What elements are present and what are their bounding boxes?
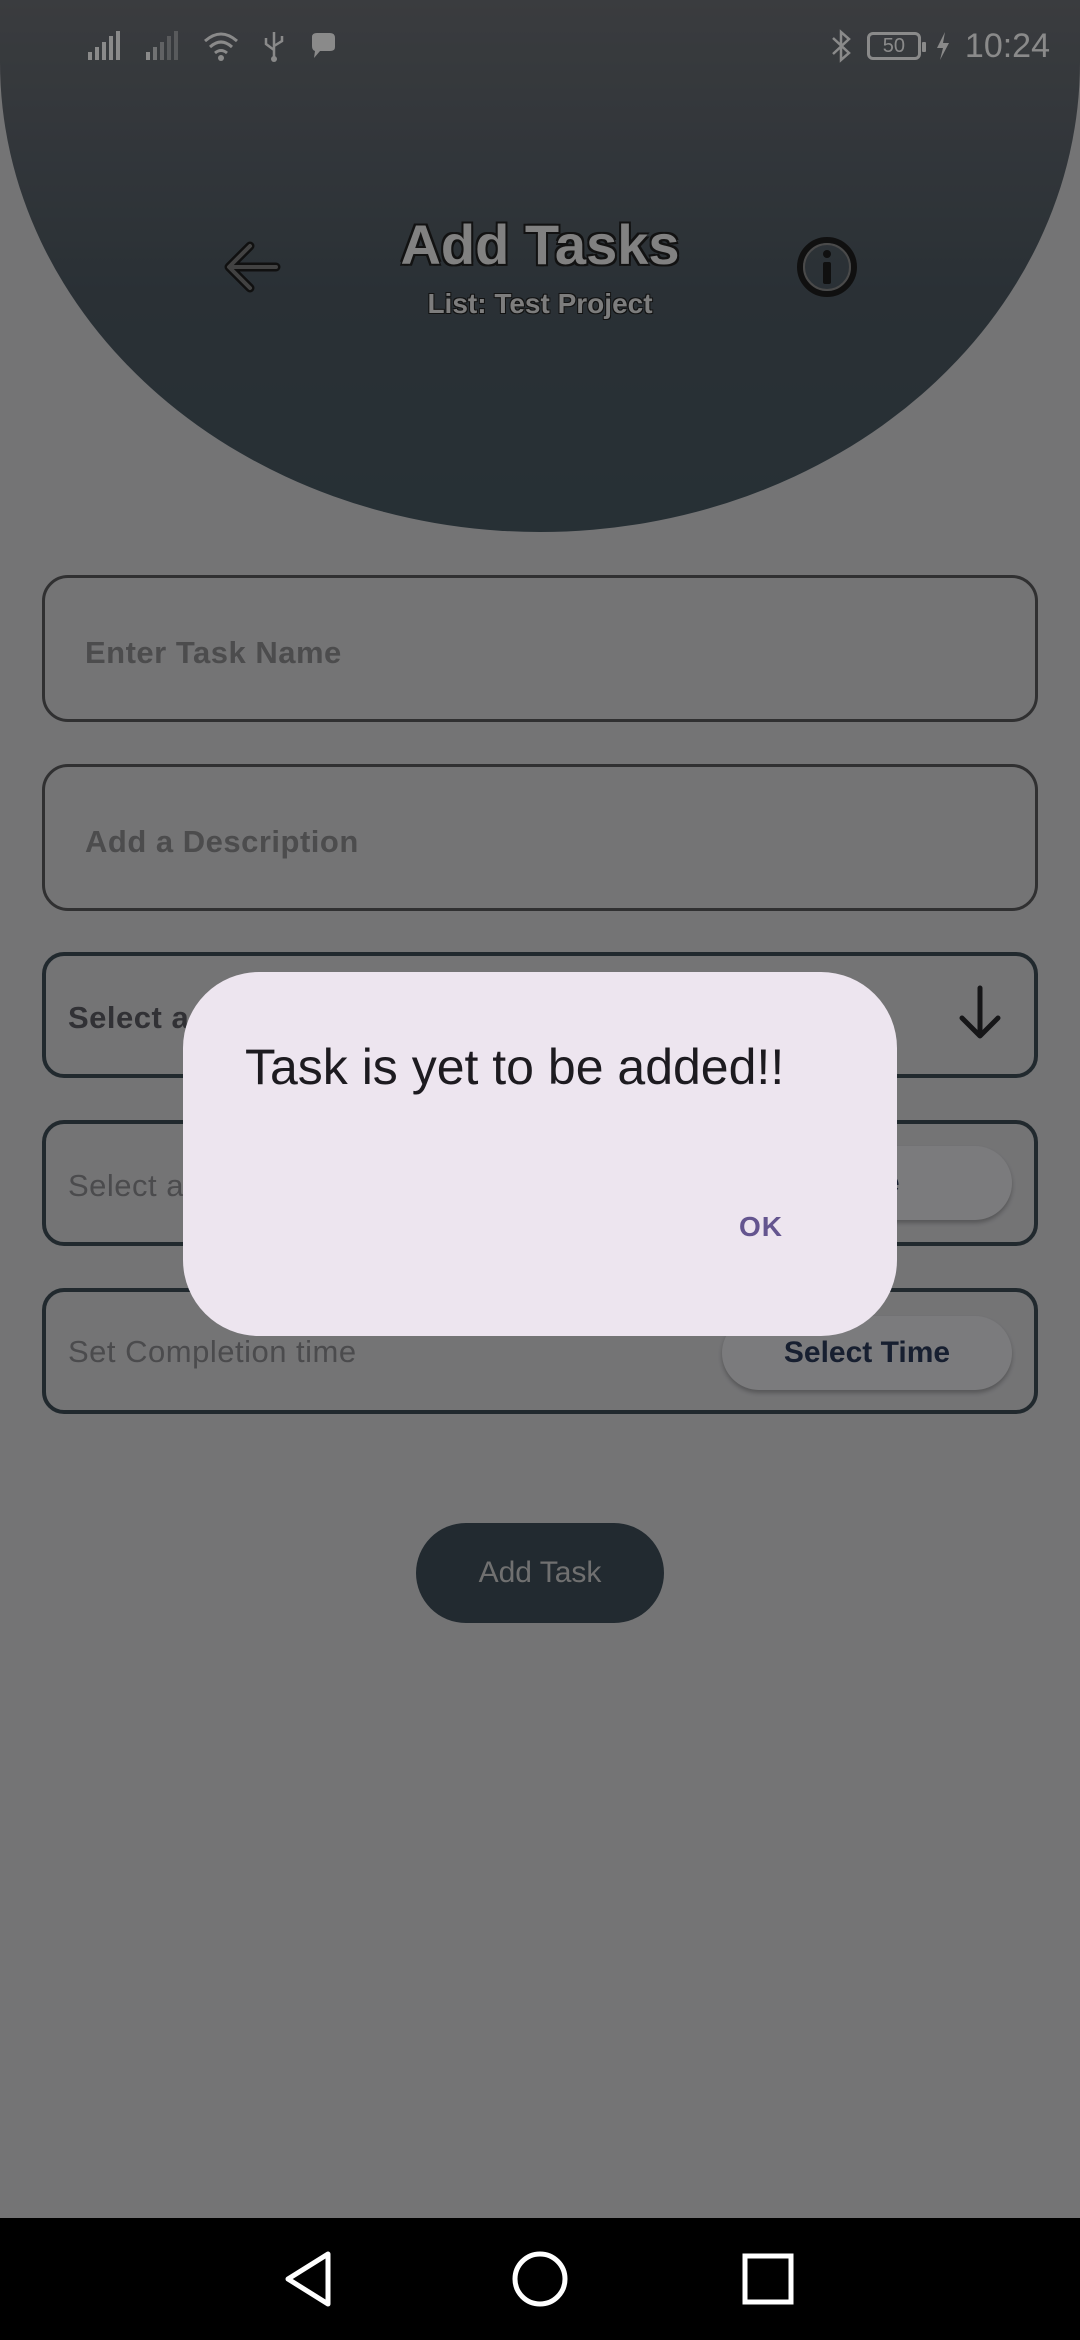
navigation-bar [0,2218,1080,2340]
dialog-message: Task is yet to be added!! [245,1039,785,1095]
back-triangle-icon[interactable] [276,2246,342,2312]
recents-square-icon[interactable] [735,2246,801,2312]
alert-dialog: Task is yet to be added!! OK [183,972,897,1336]
home-circle-icon[interactable] [507,2246,573,2312]
ok-button[interactable]: OK [711,1192,811,1262]
